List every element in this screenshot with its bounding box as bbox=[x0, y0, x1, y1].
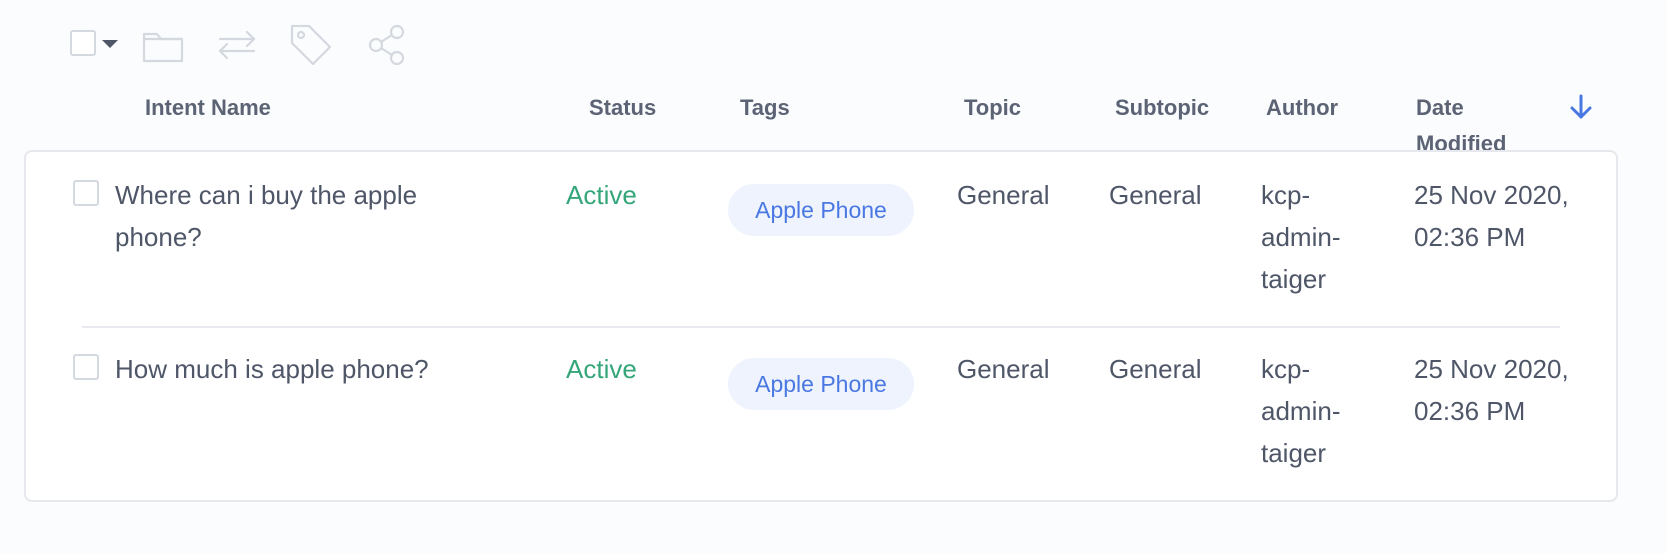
intent-name-cell[interactable]: How much is apple phone? bbox=[115, 348, 515, 390]
row-checkbox[interactable] bbox=[73, 180, 99, 206]
date-modified-cell: 25 Nov 2020, 02:36 PM bbox=[1414, 174, 1569, 258]
author-cell: kcp- admin- taiger bbox=[1261, 348, 1340, 474]
intent-name-line1: How much is apple phone? bbox=[115, 354, 429, 384]
tag-icon[interactable] bbox=[288, 22, 334, 68]
intent-name-line2: phone? bbox=[115, 222, 202, 252]
intents-table: Where can i buy the apple phone? Active … bbox=[24, 150, 1618, 502]
column-header-tags[interactable]: Tags bbox=[740, 90, 790, 126]
share-icon[interactable] bbox=[364, 22, 410, 68]
author-line3: taiger bbox=[1261, 438, 1327, 468]
date-line2: 02:36 PM bbox=[1414, 396, 1526, 426]
arrow-down-icon[interactable] bbox=[1566, 92, 1596, 122]
subtopic-cell: General bbox=[1109, 354, 1202, 384]
intents-table-page: Intent Name Status Tags Topic Subtopic A… bbox=[0, 0, 1666, 554]
table-row[interactable]: How much is apple phone? Active Apple Ph… bbox=[26, 326, 1616, 498]
author-line2: admin- bbox=[1261, 396, 1341, 426]
select-all-checkbox[interactable] bbox=[70, 30, 96, 56]
tag-chip[interactable]: Apple Phone bbox=[728, 184, 914, 236]
column-header-topic[interactable]: Topic bbox=[964, 90, 1021, 126]
topic-cell: General bbox=[957, 180, 1050, 210]
column-header-intent-name[interactable]: Intent Name bbox=[145, 90, 271, 126]
author-line1: kcp- bbox=[1261, 354, 1311, 384]
author-cell: kcp- admin- taiger bbox=[1261, 174, 1340, 300]
date-line1: 25 Nov 2020, bbox=[1414, 180, 1569, 210]
subtopic-cell: General bbox=[1109, 180, 1202, 210]
tag-chip[interactable]: Apple Phone bbox=[728, 358, 914, 410]
author-line3: taiger bbox=[1261, 264, 1327, 294]
topic-cell: General bbox=[957, 354, 1050, 384]
column-header-status[interactable]: Status bbox=[589, 90, 656, 126]
chevron-down-icon[interactable] bbox=[102, 40, 118, 48]
bulk-actions-toolbar bbox=[70, 22, 450, 66]
column-header-subtopic[interactable]: Subtopic bbox=[1115, 90, 1209, 126]
status-cell: Active bbox=[566, 180, 637, 210]
select-all-dropdown[interactable] bbox=[70, 30, 118, 56]
column-header-author[interactable]: Author bbox=[1266, 90, 1338, 126]
column-header-date-line1: Date bbox=[1416, 95, 1464, 120]
date-line1: 25 Nov 2020, bbox=[1414, 354, 1569, 384]
author-line1: kcp- bbox=[1261, 180, 1311, 210]
intent-name-cell[interactable]: Where can i buy the apple phone? bbox=[115, 174, 515, 258]
row-checkbox[interactable] bbox=[73, 354, 99, 380]
status-cell: Active bbox=[566, 354, 637, 384]
date-line2: 02:36 PM bbox=[1414, 222, 1526, 252]
author-line2: admin- bbox=[1261, 222, 1341, 252]
transfer-icon[interactable] bbox=[214, 22, 260, 68]
folder-icon[interactable] bbox=[140, 22, 186, 68]
date-modified-cell: 25 Nov 2020, 02:36 PM bbox=[1414, 348, 1569, 432]
table-row[interactable]: Where can i buy the apple phone? Active … bbox=[26, 152, 1616, 324]
intent-name-line1: Where can i buy the apple bbox=[115, 180, 418, 210]
